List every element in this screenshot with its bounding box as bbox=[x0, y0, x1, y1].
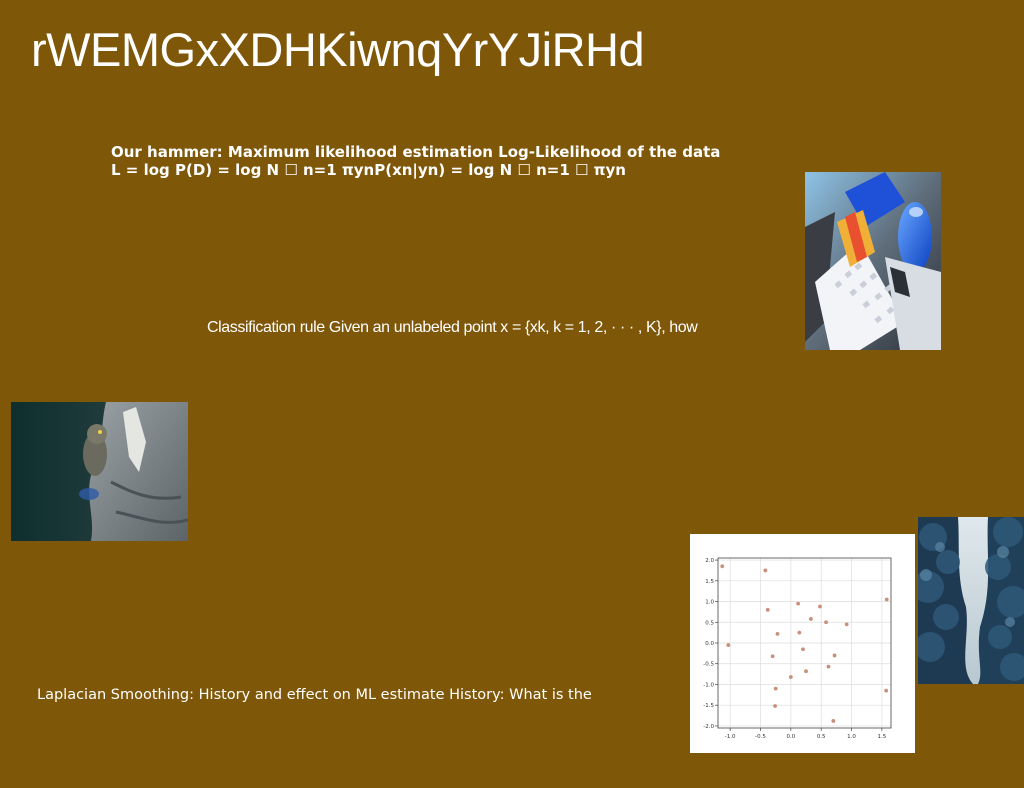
x-tick-label: 1.5 bbox=[878, 734, 887, 740]
scatter-point bbox=[775, 631, 780, 636]
scatter-point bbox=[720, 564, 725, 569]
scatter-point bbox=[844, 622, 849, 627]
y-tick-label: 0.5 bbox=[705, 620, 714, 626]
y-tick-label: 0.0 bbox=[705, 641, 714, 647]
scatter-point bbox=[832, 653, 837, 658]
text-block-classification-rule: Classification rule Given an unlabeled p… bbox=[207, 319, 698, 336]
y-tick-label: -2.0 bbox=[703, 724, 714, 730]
text-block-mle: Our hammer: Maximum likelihood estimatio… bbox=[111, 143, 721, 179]
y-tick-label: -0.5 bbox=[703, 662, 714, 668]
scatter-point bbox=[884, 597, 889, 602]
text-block-laplacian-smoothing: Laplacian Smoothing: History and effect … bbox=[37, 687, 592, 703]
scatter-point bbox=[884, 688, 889, 693]
scatter-point bbox=[826, 664, 831, 669]
scatter-point bbox=[818, 604, 822, 609]
scatter-point bbox=[801, 647, 805, 652]
scatter-point bbox=[808, 617, 813, 621]
x-tick-label: 0.5 bbox=[817, 734, 826, 740]
scatter-point bbox=[804, 669, 808, 674]
scatter-point bbox=[773, 686, 778, 691]
y-tick-label: 1.0 bbox=[705, 600, 714, 606]
x-tick-label: 0.0 bbox=[786, 734, 795, 740]
scatter-point bbox=[763, 568, 768, 573]
forest-photo bbox=[918, 517, 1024, 684]
scatter-point bbox=[765, 607, 770, 612]
keyboard-photo bbox=[805, 172, 941, 350]
y-tick-label: -1.0 bbox=[703, 682, 714, 688]
x-tick-label: -0.5 bbox=[755, 734, 766, 740]
scatter-point bbox=[773, 704, 777, 708]
slide-title: rWEMGxXDHKiwnqYrYJiRHd bbox=[31, 23, 645, 76]
scatter-point bbox=[824, 620, 828, 625]
y-tick-label: 2.0 bbox=[705, 558, 714, 564]
scatter-chart-svg: -1.0 -0.5 0.0 0.5 1.0 1.5 2.0 1.5 1.0 0.5 0.0 -0.5 -… bbox=[703, 557, 892, 740]
scatter-chart: -1.0 -0.5 0.0 0.5 1.0 1.5 2.0 1.5 1.0 0.5 0.0 -0.5 -… bbox=[690, 534, 915, 753]
owl-photo bbox=[11, 402, 188, 541]
x-tick-label: -1.0 bbox=[725, 734, 736, 740]
scatter-point bbox=[726, 643, 731, 647]
scatter-point bbox=[797, 630, 802, 635]
y-tick-label: -1.5 bbox=[703, 703, 714, 709]
x-tick-label: 1.0 bbox=[847, 734, 856, 740]
scatter-point bbox=[796, 601, 801, 606]
scatter-point bbox=[770, 654, 775, 659]
scatter-point bbox=[831, 719, 836, 723]
y-tick-label: 1.5 bbox=[705, 579, 714, 585]
scatter-point bbox=[788, 675, 793, 679]
